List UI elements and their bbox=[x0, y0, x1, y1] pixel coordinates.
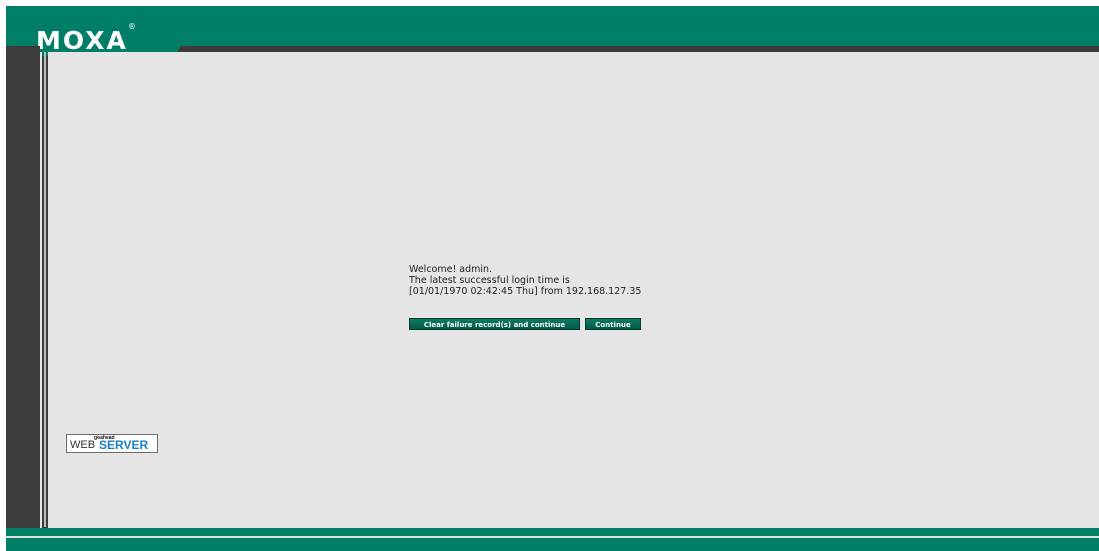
last-login-info: [01/01/1970 02:42:45 Thu] from 192.168.1… bbox=[409, 286, 642, 297]
footer-bar bbox=[6, 528, 1099, 536]
goahead-webserver-badge: goahead WEB SERVER bbox=[66, 434, 158, 453]
badge-web-text: WEB bbox=[70, 439, 96, 451]
left-rail bbox=[6, 46, 40, 551]
clear-failure-button[interactable]: Clear failure record(s) and continue bbox=[409, 318, 580, 330]
footer-bar-bottom bbox=[6, 538, 1099, 551]
badge-server-text: SERVER bbox=[99, 438, 149, 452]
latest-login-label: The latest successful login time is bbox=[409, 275, 570, 286]
rail-divider-inner bbox=[44, 52, 46, 527]
moxa-logo: MOXA® bbox=[36, 22, 136, 55]
registered-mark: ® bbox=[127, 22, 136, 31]
continue-button[interactable]: Continue bbox=[585, 318, 641, 330]
logo-text: MOXA bbox=[36, 26, 128, 55]
login-message: Welcome! admin. The latest successful lo… bbox=[409, 264, 641, 297]
rail-divider bbox=[40, 52, 42, 551]
welcome-text: Welcome! admin. bbox=[409, 264, 493, 275]
